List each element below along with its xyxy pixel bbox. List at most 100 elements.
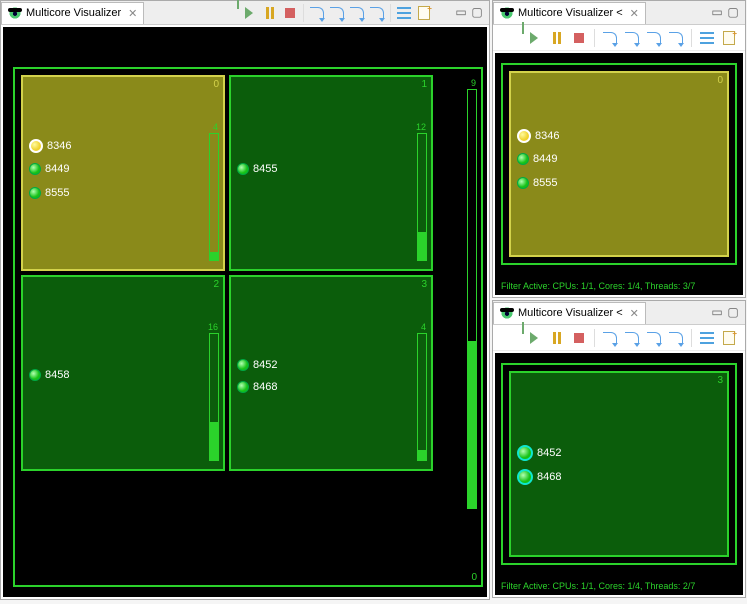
- stop-button[interactable]: [569, 28, 589, 48]
- rt-bot-canvas[interactable]: 3 8452 8468 Filter Active: CPUs: 1/1, Co…: [495, 353, 743, 595]
- main-tab[interactable]: Multicore Visualizer ✕: [1, 2, 144, 24]
- main-tabrow: Multicore Visualizer ✕ ▭ ▢: [1, 1, 489, 25]
- toolbar-separator: [594, 29, 595, 47]
- core-box-1[interactable]: 1 8455 12: [229, 75, 433, 271]
- tab-title: Multicore Visualizer <: [518, 307, 623, 319]
- core-box-0[interactable]: 0 8346 8449 8555 4: [21, 75, 225, 271]
- step-into-button[interactable]: [600, 28, 620, 48]
- thread-dot-icon: [29, 369, 41, 381]
- step-return-button[interactable]: [644, 28, 664, 48]
- tab-title: Multicore Visualizer: [26, 7, 121, 19]
- step-instr-button[interactable]: [666, 28, 686, 48]
- filtered-visualizer-top-panel: Multicore Visualizer < ✕ ▭ ▢ 0 83: [492, 0, 746, 298]
- step-into-button[interactable]: [307, 3, 327, 23]
- core-box-0[interactable]: 0 8346 8449 8555: [509, 71, 729, 257]
- step-over-button[interactable]: [622, 328, 642, 348]
- filter-status-text: Filter Active: CPUs: 1/1, Cores: 1/4, Th…: [501, 281, 737, 291]
- visualizer-icon: [8, 6, 22, 20]
- cpu-id: 0: [471, 572, 477, 583]
- minimize-panel-icon[interactable]: ▭: [709, 5, 725, 21]
- thread-dot-icon: [29, 163, 41, 175]
- step-instr-button[interactable]: [367, 3, 387, 23]
- thread-item[interactable]: 8555: [517, 177, 557, 189]
- cpu-box[interactable]: 0 9 0 8346 8449 8555 4 1 8455: [13, 67, 483, 587]
- rt-bot-tab[interactable]: Multicore Visualizer < ✕: [493, 302, 646, 324]
- visualizer-icon: [500, 6, 514, 20]
- pause-button[interactable]: [547, 328, 567, 348]
- view-menu-button[interactable]: [394, 3, 414, 23]
- pause-button[interactable]: [260, 3, 280, 23]
- step-instr-button[interactable]: [666, 328, 686, 348]
- tab-title: Multicore Visualizer <: [518, 7, 623, 19]
- maximize-panel-icon[interactable]: ▢: [725, 305, 741, 321]
- toolbar-separator: [691, 329, 692, 347]
- core-box-3[interactable]: 3 8452 8468 4: [229, 275, 433, 471]
- core-box-2[interactable]: 2 8458 16: [21, 275, 225, 471]
- step-over-button[interactable]: [622, 28, 642, 48]
- toolbar-separator: [390, 4, 391, 22]
- thread-dot-icon: [517, 153, 529, 165]
- visualizer-icon: [500, 306, 514, 320]
- core-load-meter: 12: [417, 133, 427, 261]
- rt-top-tabrow: Multicore Visualizer < ✕ ▭ ▢: [493, 1, 745, 25]
- stop-button[interactable]: [569, 328, 589, 348]
- thread-dot-icon: [237, 163, 249, 175]
- cpu-box[interactable]: 3 8452 8468: [501, 363, 737, 565]
- core-box-3[interactable]: 3 8452 8468: [509, 371, 729, 557]
- thread-item[interactable]: 8346: [517, 129, 559, 143]
- thread-item[interactable]: 8458: [29, 369, 69, 381]
- thread-dot-icon: [517, 469, 533, 485]
- thread-item[interactable]: 8449: [517, 153, 557, 165]
- step-over-button[interactable]: [327, 3, 347, 23]
- main-visualizer-panel: Multicore Visualizer ✕ ▭ ▢ 0: [0, 0, 490, 600]
- thread-item[interactable]: 8455: [237, 163, 277, 175]
- new-view-button[interactable]: [719, 28, 739, 48]
- thread-item[interactable]: 8468: [237, 381, 277, 393]
- thread-dot-icon: [29, 139, 43, 153]
- filtered-visualizer-bottom-panel: Multicore Visualizer < ✕ ▭ ▢ 3 84: [492, 300, 746, 598]
- filter-status-text: Filter Active: CPUs: 1/1, Cores: 1/4, Th…: [501, 581, 737, 591]
- toolbar-separator: [303, 4, 304, 22]
- resume-button[interactable]: [525, 28, 545, 48]
- pause-button[interactable]: [547, 28, 567, 48]
- step-return-button[interactable]: [644, 328, 664, 348]
- thread-item[interactable]: 8346: [29, 139, 71, 153]
- toolbar-separator: [594, 329, 595, 347]
- thread-dot-icon: [517, 129, 531, 143]
- thread-item[interactable]: 8452: [237, 359, 277, 371]
- thread-dot-icon: [29, 187, 41, 199]
- close-tab-icon[interactable]: ✕: [128, 7, 137, 20]
- thread-item[interactable]: 8452: [517, 445, 561, 461]
- rt-top-tab[interactable]: Multicore Visualizer < ✕: [493, 2, 646, 24]
- thread-item[interactable]: 8555: [29, 187, 69, 199]
- thread-dot-icon: [237, 381, 249, 393]
- new-view-button[interactable]: [719, 328, 739, 348]
- rt-top-toolbar: [493, 25, 745, 51]
- core-load-meter: 16: [209, 333, 219, 461]
- stop-button[interactable]: [280, 3, 300, 23]
- thread-item[interactable]: 8468: [517, 469, 561, 485]
- close-tab-icon[interactable]: ✕: [630, 307, 639, 320]
- step-return-button[interactable]: [347, 3, 367, 23]
- minimize-panel-icon[interactable]: ▭: [453, 5, 469, 21]
- main-visualizer-canvas[interactable]: 0 9 0 8346 8449 8555 4 1 8455: [3, 27, 487, 597]
- thread-dot-icon: [517, 445, 533, 461]
- resume-button[interactable]: [525, 328, 545, 348]
- new-view-button[interactable]: [414, 3, 434, 23]
- maximize-panel-icon[interactable]: ▢: [725, 5, 741, 21]
- close-tab-icon[interactable]: ✕: [630, 7, 639, 20]
- rt-top-canvas[interactable]: 0 8346 8449 8555 Filter Active: CPUs: 1/…: [495, 53, 743, 295]
- cpu-load-meter: 9: [467, 89, 477, 509]
- toolbar-separator: [691, 29, 692, 47]
- minimize-panel-icon[interactable]: ▭: [709, 305, 725, 321]
- thread-item[interactable]: 8449: [29, 163, 69, 175]
- core-load-meter: 4: [209, 133, 219, 261]
- thread-dot-icon: [517, 177, 529, 189]
- view-menu-button[interactable]: [697, 28, 717, 48]
- cpu-box[interactable]: 0 8346 8449 8555: [501, 63, 737, 265]
- step-into-button[interactable]: [600, 328, 620, 348]
- rt-bot-tabrow: Multicore Visualizer < ✕ ▭ ▢: [493, 301, 745, 325]
- maximize-panel-icon[interactable]: ▢: [469, 5, 485, 21]
- resume-button[interactable]: [240, 3, 260, 23]
- view-menu-button[interactable]: [697, 328, 717, 348]
